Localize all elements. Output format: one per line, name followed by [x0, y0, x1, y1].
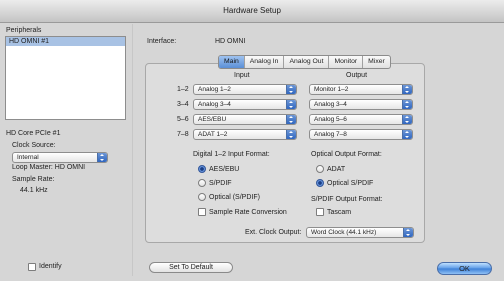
- output-select-value: Monitor 1–2: [314, 86, 349, 93]
- select-arrows-icon: [402, 130, 412, 139]
- peripheral-item-hd-omni[interactable]: HD OMNI #1: [6, 37, 125, 46]
- tascam-checkbox[interactable]: [316, 208, 324, 216]
- select-arrows-icon: [286, 85, 296, 94]
- radio-optical-spdif[interactable]: [198, 193, 206, 201]
- tab-analog-out[interactable]: Analog Out: [283, 56, 328, 68]
- input-select-7-8[interactable]: ADAT 1–2: [193, 129, 297, 140]
- sample-rate-label: Sample Rate:: [12, 176, 55, 183]
- output-header: Output: [346, 72, 368, 79]
- tab-main[interactable]: Main: [219, 56, 244, 68]
- window-title: Hardware Setup: [223, 6, 281, 15]
- identify-checkbox[interactable]: [28, 263, 36, 271]
- spdif-output-format-label: S/PDIF Output Format:: [311, 196, 383, 203]
- output-select-5-6[interactable]: Analog 5–6: [309, 114, 413, 125]
- clock-source-select[interactable]: Internal: [12, 152, 108, 163]
- input-select-5-6[interactable]: AES/EBU: [193, 114, 297, 125]
- input-select-value: Analog 3–4: [198, 101, 231, 108]
- peripherals-label: Peripherals: [6, 27, 42, 34]
- clock-source-value: Internal: [17, 154, 39, 161]
- input-header: Input: [234, 72, 250, 79]
- digital-input-format-label: Digital 1–2 Input Format:: [193, 151, 270, 158]
- optical-output-format-label: Optical Output Format:: [311, 151, 382, 158]
- divider: [132, 24, 133, 276]
- hardware-setup-window: Hardware Setup Peripherals HD OMNI #1 HD…: [0, 0, 504, 281]
- radio-spdif[interactable]: [198, 179, 206, 187]
- peripherals-list[interactable]: HD OMNI #1: [5, 36, 126, 120]
- core-card-label: HD Core PCIe #1: [6, 130, 61, 137]
- ok-button[interactable]: OK: [437, 262, 492, 275]
- input-select-value: ADAT 1–2: [198, 131, 228, 138]
- output-select-value: Analog 3–4: [314, 101, 347, 108]
- radio-aes-ebu[interactable]: [198, 165, 206, 173]
- output-select-1-2[interactable]: Monitor 1–2: [309, 84, 413, 95]
- input-select-value: AES/EBU: [198, 116, 227, 123]
- select-arrows-icon: [402, 85, 412, 94]
- select-arrows-icon: [286, 100, 296, 109]
- sample-rate-conversion-label: Sample Rate Conversion: [209, 209, 287, 216]
- tascam-label: Tascam: [327, 209, 352, 216]
- identify-label: Identify: [39, 263, 62, 270]
- channel-pair-label: 3–4: [177, 101, 189, 108]
- radio-adat-label: ADAT: [327, 166, 346, 173]
- title-bar: Hardware Setup: [0, 0, 504, 23]
- tab-analog-in[interactable]: Analog In: [243, 56, 284, 68]
- radio-optical-spdif-label: Optical (S/PDIF): [209, 194, 260, 201]
- clock-source-label: Clock Source:: [12, 142, 56, 149]
- channel-pair-label: 7–8: [177, 131, 189, 138]
- output-select-value: Analog 5–6: [314, 116, 347, 123]
- sample-rate-conversion-checkbox[interactable]: [198, 208, 206, 216]
- radio-adat[interactable]: [316, 165, 324, 173]
- tab-mixer[interactable]: Mixer: [362, 56, 390, 68]
- input-select-3-4[interactable]: Analog 3–4: [193, 99, 297, 110]
- sample-rate-value: 44.1 kHz: [20, 187, 48, 194]
- channel-pair-label: 5–6: [177, 116, 189, 123]
- loop-master-text: Loop Master: HD OMNI: [12, 164, 86, 171]
- select-arrows-icon: [286, 130, 296, 139]
- tab-bar: Main Analog In Analog Out Monitor Mixer: [218, 55, 391, 69]
- input-select-value: Analog 1–2: [198, 86, 231, 93]
- select-arrows-icon: [97, 153, 107, 162]
- interface-value: HD OMNI: [215, 38, 246, 45]
- output-select-value: Analog 7–8: [314, 131, 347, 138]
- ext-clock-output-label: Ext. Clock Output:: [245, 229, 302, 236]
- ext-clock-output-value: Word Clock (44.1 kHz): [311, 229, 377, 236]
- ext-clock-output-select[interactable]: Word Clock (44.1 kHz): [306, 227, 414, 238]
- output-select-3-4[interactable]: Analog 3–4: [309, 99, 413, 110]
- radio-aes-ebu-label: AES/EBU: [209, 166, 240, 173]
- radio-spdif-label: S/PDIF: [209, 180, 232, 187]
- output-select-7-8[interactable]: Analog 7–8: [309, 129, 413, 140]
- set-to-default-button[interactable]: Set To Default: [149, 262, 233, 273]
- select-arrows-icon: [402, 100, 412, 109]
- input-select-1-2[interactable]: Analog 1–2: [193, 84, 297, 95]
- select-arrows-icon: [403, 228, 413, 237]
- select-arrows-icon: [286, 115, 296, 124]
- radio-optical-spdif-out-label: Optical S/PDIF: [327, 180, 374, 187]
- radio-optical-spdif-out[interactable]: [316, 179, 324, 187]
- tab-monitor[interactable]: Monitor: [328, 56, 362, 68]
- interface-label: Interface:: [147, 38, 177, 45]
- select-arrows-icon: [402, 115, 412, 124]
- channel-pair-label: 1–2: [177, 86, 189, 93]
